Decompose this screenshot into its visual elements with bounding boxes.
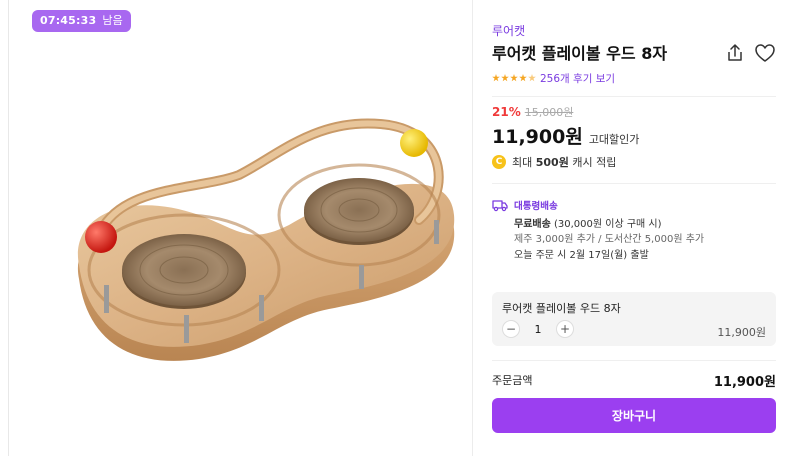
option-price: 11,900원: [717, 326, 766, 339]
cash-reward-text: 최대 500원 캐시 적립: [512, 154, 616, 170]
quantity-value[interactable]: 1: [534, 323, 542, 336]
product-image-area: 07:45:33 남음: [9, 0, 472, 456]
free-shipping-condition: (30,000원 이상 구매 시): [550, 219, 662, 230]
sale-price: 11,900원: [492, 126, 583, 148]
shipping-departure: 오늘 주문 시 2월 17일(월) 출발: [514, 250, 649, 261]
cash-amount: 500원: [535, 156, 569, 169]
brand-link[interactable]: 루어캣: [492, 22, 525, 39]
cash-suffix: 캐시 적립: [568, 156, 617, 169]
product-details: 루어캣 루어캣 플레이볼 우드 8자 256개 후기 보기 21% 15,000…: [492, 0, 782, 456]
price-discount-row: 21% 15,000원: [492, 104, 573, 120]
cash-reward-row: C 최대 500원 캐시 적립: [492, 154, 616, 170]
option-name: 루어캣 플레이볼 우드 8자: [502, 302, 621, 315]
total-label: 주문금액: [492, 374, 533, 387]
star-half-icon: [528, 74, 536, 82]
truck-icon: [492, 200, 508, 212]
star-icon: [492, 74, 500, 82]
quantity-stepper: − 1 +: [502, 320, 574, 338]
cash-prefix: 최대: [512, 156, 536, 169]
star-icon: [519, 74, 527, 82]
shipping-header: 대통령배송: [492, 198, 558, 212]
price-row: 11,900원 고대할인가: [492, 122, 639, 149]
product-title: 루어캣 플레이볼 우드 8자: [492, 44, 668, 63]
countdown-badge: 07:45:33 남음: [32, 10, 131, 32]
heart-icon: [755, 44, 775, 62]
shipping-free: 무료배송 (30,000원 이상 구매 시): [514, 215, 662, 230]
countdown-time: 07:45:33: [40, 14, 97, 27]
shipping-type: 대통령배송: [514, 201, 558, 212]
column-divider: [472, 0, 473, 456]
discount-rate: 21%: [492, 105, 521, 119]
review-link[interactable]: 256개 후기 보기: [540, 71, 615, 86]
star-icon: [501, 74, 509, 82]
share-icon: [728, 44, 742, 61]
selected-option: 루어캣 플레이볼 우드 8자 − 1 + 11,900원: [492, 292, 776, 346]
shipping-extra: 제주 3,000원 추가 / 도서산간 5,000원 추가: [514, 234, 705, 245]
increase-button[interactable]: +: [556, 320, 574, 338]
add-to-cart-button[interactable]: 장바구니: [492, 398, 776, 433]
divider: [492, 360, 776, 361]
share-button[interactable]: [724, 42, 746, 64]
price-label: 고대할인가: [588, 133, 640, 146]
rating-stars: [492, 74, 536, 82]
original-price: 15,000원: [524, 106, 574, 119]
divider: [492, 183, 776, 184]
decrease-button[interactable]: −: [502, 320, 520, 338]
total-value: 11,900원: [713, 375, 776, 390]
free-shipping-label: 무료배송: [514, 219, 551, 230]
like-button[interactable]: [754, 42, 776, 64]
coin-icon: C: [492, 155, 506, 169]
divider: [492, 96, 776, 97]
star-icon: [510, 74, 518, 82]
rating-row: 256개 후기 보기: [492, 70, 615, 86]
product-image[interactable]: [59, 95, 459, 365]
countdown-suffix: 남음: [102, 14, 123, 27]
